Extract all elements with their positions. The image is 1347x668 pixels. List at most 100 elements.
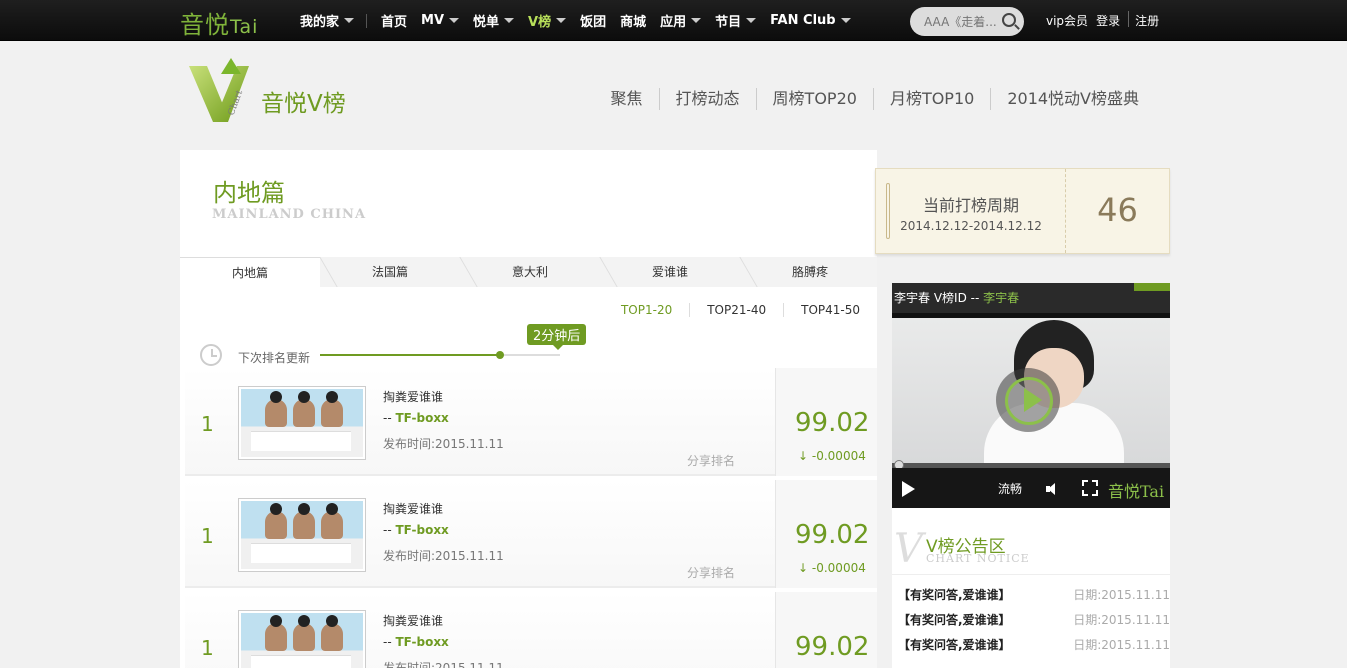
artist-link[interactable]: TF-boxx — [395, 635, 448, 649]
tab-gebote[interactable]: 胳膊疼 — [750, 257, 870, 287]
score-value: 99.02 — [795, 520, 870, 550]
delta-value: -0.00004 — [811, 449, 866, 463]
period-number: 46 — [1097, 191, 1138, 229]
player-controls: 流畅 音悦Tai — [892, 468, 1170, 508]
chart-row[interactable]: 1掏粪爱谁谁-- TF-boxx发布时间:2015.11.11分享排名99.02… — [185, 368, 877, 476]
score-value: 99.02 — [795, 632, 870, 662]
thumbnail-image — [241, 389, 363, 457]
video-artist-link[interactable]: 李宇春 — [983, 291, 1019, 305]
vchart-logo[interactable]: Chart — [185, 58, 255, 124]
play-overlay-icon[interactable] — [996, 368, 1060, 432]
fullscreen-icon[interactable] — [1082, 480, 1098, 496]
artist-link[interactable]: TF-boxx — [395, 523, 448, 537]
song-title[interactable]: 掏粪爱谁谁 — [383, 612, 443, 629]
chevron-down-icon — [840, 18, 851, 23]
rank-number: 1 — [201, 636, 214, 660]
nav-item-label: 首页 — [381, 15, 408, 30]
range-top21-40[interactable]: TOP21-40 — [689, 303, 783, 317]
share-rank-link[interactable]: 分享排名 — [687, 564, 735, 581]
nav-item-label: 饭团 — [580, 15, 607, 30]
nav-item-1[interactable]: 首页 — [381, 11, 407, 30]
thumbnail-image — [241, 501, 363, 569]
mv-thumbnail[interactable] — [238, 498, 366, 572]
nav-item-label: V榜 — [528, 15, 552, 30]
tab-label: 法国篇 — [371, 265, 408, 279]
range-top1-20[interactable]: TOP1-20 — [604, 303, 689, 317]
nav-item-2[interactable]: MV — [421, 13, 460, 28]
chart-panel: 内地篇 MAINLAND CHINA 内地篇 法国篇 意大利 爱谁谁 胳膊疼 T… — [180, 150, 877, 668]
nav-item-label: FAN Club — [770, 13, 836, 28]
chart-row[interactable]: 1掏粪爱谁谁-- TF-boxx发布时间:2015.11.11分享排名99.02… — [185, 592, 877, 668]
notice-subtitle: CHART NOTICE — [926, 552, 1030, 565]
period-range: 2014.12.12-2014.12.12 — [900, 219, 1042, 233]
register-link[interactable]: 注册 — [1135, 12, 1159, 29]
period-label: 当前打榜周期 — [922, 196, 1019, 215]
notice-item[interactable]: 【有奖问答,爱谁谁】 日期:2015.11.11 — [898, 586, 1170, 603]
top-navbar: 音悦Tai 我的家 首页 MV 悦单 V榜 饭团商城应用 节目 FAN Club vip会员 … — [0, 0, 1347, 41]
artist-link[interactable]: TF-boxx — [395, 411, 448, 425]
song-title[interactable]: 掏粪爱谁谁 — [383, 500, 443, 517]
tab-france[interactable]: 法国篇 — [330, 257, 450, 287]
chevron-down-icon — [344, 18, 355, 23]
chevron-down-icon — [504, 18, 515, 23]
nav-item-7[interactable]: 应用 — [660, 11, 702, 30]
release-date: 发布时间:2015.11.11 — [383, 661, 504, 668]
notice-item[interactable]: 【有奖问答,爱谁谁】 日期:2015.11.11 — [898, 636, 1170, 653]
score-box: 99.02↓ -0.00004 — [775, 368, 877, 476]
mv-thumbnail[interactable] — [238, 386, 366, 460]
search-input[interactable] — [924, 14, 1004, 29]
tab-mainland[interactable]: 内地篇 — [180, 257, 320, 287]
player-logo: 音悦Tai — [1108, 482, 1165, 501]
subnav-focus[interactable]: 聚焦 — [595, 88, 659, 110]
notice-board: V V榜公告区 CHART NOTICE 【有奖问答,爱谁谁】 日期:2015.1… — [892, 508, 1170, 668]
play-icon[interactable] — [902, 481, 915, 497]
nav-item-8[interactable]: 节目 — [715, 11, 757, 30]
volume-icon[interactable] — [1046, 483, 1062, 495]
range-top41-50[interactable]: TOP41-50 — [783, 303, 877, 317]
rank-number: 1 — [201, 412, 214, 436]
progress-fill — [320, 354, 500, 356]
song-title[interactable]: 掏粪爱谁谁 — [383, 388, 443, 405]
subnav-2014-ceremony[interactable]: 2014悦动V榜盛典 — [990, 88, 1155, 110]
login-link[interactable]: 登录 — [1096, 12, 1120, 29]
score-value: 99.02 — [795, 408, 870, 438]
video-header: 李宇春 V榜ID -- 李宇春 — [892, 283, 1170, 313]
search-icon[interactable] — [1002, 13, 1016, 27]
video-frame[interactable] — [892, 318, 1170, 463]
nav-item-4[interactable]: V榜 — [528, 11, 567, 30]
nav-item-label: 悦单 — [473, 15, 500, 30]
tab-italy[interactable]: 意大利 — [470, 257, 590, 287]
share-rank-link[interactable]: 分享排名 — [687, 452, 735, 469]
logo-cn: 音悦 — [180, 11, 230, 39]
nav-item-9[interactable]: FAN Club — [770, 13, 851, 28]
nav-item-6[interactable]: 商城 — [620, 11, 646, 30]
page-title: 音悦V榜 — [261, 91, 346, 117]
region-title: 内地篇 — [213, 179, 285, 207]
notice-item-title[interactable]: 【有奖问答,爱谁谁】 — [898, 588, 1011, 602]
tab-label: 胳膊疼 — [791, 265, 828, 279]
range-tabs: TOP1-20 TOP21-40 TOP41-50 — [604, 303, 877, 317]
subnav-weekly-top20[interactable]: 周榜TOP20 — [755, 88, 873, 110]
subnav-dynamics[interactable]: 打榜动态 — [658, 88, 756, 110]
subnav-monthly-top10[interactable]: 月榜TOP10 — [872, 88, 990, 110]
site-logo[interactable]: 音悦Tai — [180, 5, 258, 40]
chart-row[interactable]: 1掏粪爱谁谁-- TF-boxx发布时间:2015.11.11分享排名99.02… — [185, 480, 877, 588]
chevron-down-icon — [556, 18, 567, 23]
score-box: 99.02↓ -0.00004 — [775, 592, 877, 668]
nav-item-3[interactable]: 悦单 — [473, 11, 515, 30]
notice-item-date: 日期:2015.11.11 — [1073, 588, 1170, 602]
release-date: 发布时间:2015.11.11 — [383, 549, 504, 563]
chevron-down-icon — [746, 18, 757, 23]
notice-item-title[interactable]: 【有奖问答,爱谁谁】 — [898, 638, 1011, 652]
nav-item-5[interactable]: 饭团 — [580, 11, 606, 30]
user-links: vip会员 登录 注册 — [1046, 11, 1167, 29]
tab-aishuishui[interactable]: 爱谁谁 — [610, 257, 730, 287]
mv-thumbnail[interactable] — [238, 610, 366, 668]
tab-label: 爱谁谁 — [651, 265, 688, 279]
logo-en: Tai — [230, 16, 259, 38]
vip-link[interactable]: vip会员 — [1046, 12, 1088, 29]
nav-item-0[interactable]: 我的家 — [300, 11, 355, 30]
quality-button[interactable]: 流畅 — [998, 480, 1022, 497]
notice-item-title[interactable]: 【有奖问答,爱谁谁】 — [898, 613, 1011, 627]
notice-item[interactable]: 【有奖问答,爱谁谁】 日期:2015.11.11 — [898, 611, 1170, 628]
